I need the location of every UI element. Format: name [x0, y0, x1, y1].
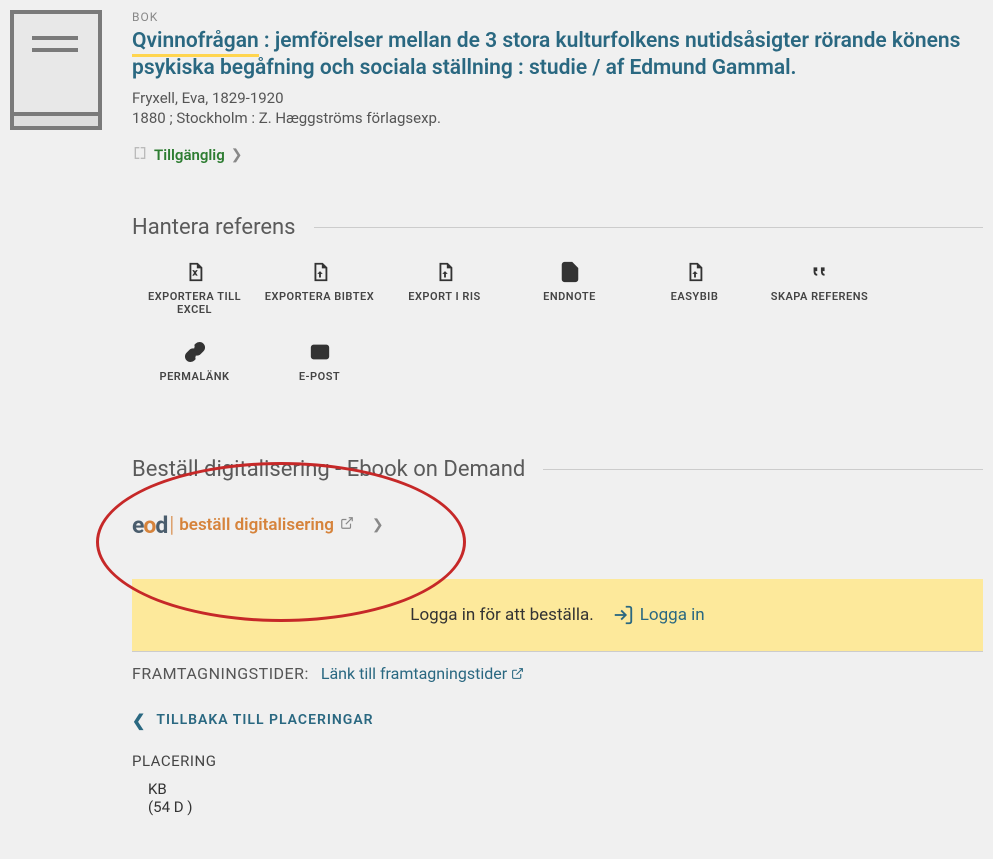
- action-email[interactable]: E-POST: [257, 340, 382, 383]
- book-thumbnail: [10, 10, 102, 130]
- availability-text: Tillgänglig: [154, 146, 225, 164]
- item-publication: 1880 ; Stockholm : Z. Hæggströms förlags…: [132, 109, 983, 127]
- login-banner: Logga in för att beställa. Logga in: [132, 579, 983, 652]
- availability-link[interactable]: Tillgänglig ❯: [132, 145, 242, 165]
- external-link-icon: [511, 667, 524, 680]
- action-easybib[interactable]: EASYBIB: [632, 260, 757, 316]
- placement-library: KB: [148, 780, 983, 798]
- back-to-placements-link[interactable]: ❮ TILLBAKA TILL PLACERINGAR: [132, 711, 374, 730]
- link-icon: [184, 340, 206, 364]
- title-highlight: Qvinnofrågan: [132, 29, 259, 57]
- action-export-ris[interactable]: EXPORT I RIS: [382, 260, 507, 316]
- placement-label: PLACERING: [132, 752, 983, 770]
- action-label: EXPORTERA TILL EXCEL: [132, 290, 257, 316]
- excel-icon: [184, 260, 206, 284]
- action-create-ref[interactable]: SKAPA REFERENS: [757, 260, 882, 316]
- eod-text: beställ digitalisering: [179, 515, 334, 535]
- file-export-icon: [684, 260, 706, 284]
- section-title-eod: Beställ digitalisering - Ebook on Demand: [132, 457, 983, 482]
- login-button[interactable]: Logga in: [612, 604, 705, 626]
- item-author: Fryxell, Eva, 1829-1920: [132, 89, 983, 107]
- quote-icon: [809, 260, 831, 284]
- action-export-excel[interactable]: EXPORTERA TILL EXCEL: [132, 260, 257, 316]
- mail-icon: [309, 340, 331, 364]
- framtagning-label: FRAMTAGNINGSTIDER:: [132, 664, 309, 683]
- chevron-right-icon: ❯: [372, 517, 384, 533]
- placement-callno: (54 D ): [148, 798, 983, 816]
- section-title-manage-ref: Hantera referens: [132, 215, 983, 240]
- action-label: SKAPA REFERENS: [771, 290, 868, 303]
- action-label: EXPORT I RIS: [408, 290, 480, 303]
- login-icon: [612, 604, 634, 626]
- file-export-icon: [434, 260, 456, 284]
- external-link-icon: [340, 516, 354, 534]
- action-label: ENDNOTE: [543, 290, 596, 303]
- file-icon: [559, 260, 581, 284]
- book-icon: [132, 145, 148, 165]
- actions-row: EXPORTERA TILL EXCEL EXPORTERA BIBTEX EXPO…: [132, 260, 983, 407]
- action-export-bibtex[interactable]: EXPORTERA BIBTEX: [257, 260, 382, 316]
- action-label: EASYBIB: [671, 290, 719, 303]
- action-label: E-POST: [299, 370, 340, 383]
- chevron-left-icon: ❮: [132, 711, 146, 730]
- action-endnote[interactable]: ENDNOTE: [507, 260, 632, 316]
- chevron-right-icon: ❯: [231, 147, 243, 163]
- action-permalink[interactable]: PERMALÄNK: [132, 340, 257, 383]
- framtagning-link[interactable]: Länk till framtagningstider: [321, 664, 524, 683]
- eod-order-link[interactable]: eod | beställ digitalisering ❯: [132, 512, 384, 539]
- action-label: PERMALÄNK: [160, 370, 230, 383]
- eod-logo: eod: [132, 512, 167, 539]
- item-title[interactable]: Qvinnofrågan : jemförelser mellan de 3 s…: [132, 28, 983, 83]
- eod-divider: |: [169, 513, 174, 538]
- file-export-icon: [309, 260, 331, 284]
- item-type-label: BOK: [132, 10, 983, 24]
- login-message: Logga in för att beställa.: [410, 605, 593, 625]
- framtagning-line: FRAMTAGNINGSTIDER: Länk till framtagning…: [132, 664, 983, 683]
- action-label: EXPORTERA BIBTEX: [265, 290, 374, 303]
